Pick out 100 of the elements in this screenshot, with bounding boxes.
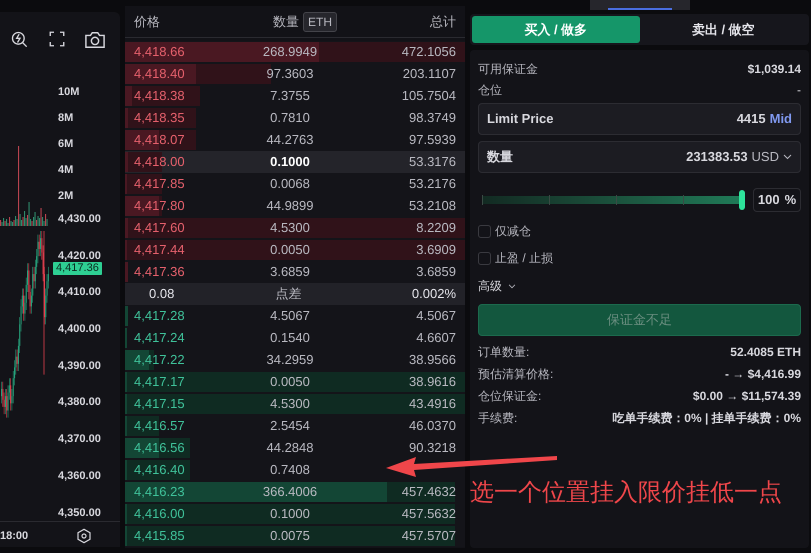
unit-dropdown[interactable]: USD [752, 147, 792, 167]
total-text: 53.2176 [408, 175, 456, 194]
checkbox-label: 止盈 / 止损 [495, 250, 554, 267]
amount-text: 44.2848 [266, 439, 314, 458]
price-text: 4,418.40 [134, 65, 186, 84]
field-label: 数量 [487, 148, 513, 166]
summary-label: 手续费: [478, 410, 518, 427]
price-text: 4,417.80 [134, 197, 186, 216]
price-text: 4,418.00 [134, 153, 186, 172]
unit-badge[interactable]: ETH [303, 12, 337, 32]
volume-axis-label: 2M [58, 189, 74, 204]
column-header: 价格 [134, 12, 161, 31]
field-value: - [797, 82, 801, 98]
amount-text: 0.7810 [269, 109, 311, 128]
amount-text: 0.1000 [269, 505, 311, 524]
limit-price-field[interactable]: Limit Price 4415 Mid [478, 103, 801, 135]
total-text: 38.9566 [408, 351, 456, 370]
amount-text: 268.9949 [262, 43, 318, 62]
summary-label: 预估清算价格: [478, 366, 554, 383]
side-tab[interactable]: 卖出 / 做空 [640, 16, 807, 43]
field-label: 可用保证金 [478, 60, 538, 78]
price-axis-label: 4,400.00 [58, 323, 101, 336]
summary-value: $0.00 → $11,574.39 [692, 388, 801, 405]
annotation-text: 选一个位置挂入限价挂低一点 [470, 478, 782, 508]
checkbox[interactable] [478, 252, 491, 264]
amount-text: 0.0050 [269, 241, 311, 260]
summary-label: 仓位保证金: [478, 388, 542, 405]
price-text: 4,416.56 [134, 439, 186, 458]
price-axis-label: 4,390.00 [58, 360, 101, 372]
price-axis-label: 4,430.00 [58, 213, 101, 225]
time-axis-label: 18:00 [0, 529, 28, 544]
side-tab[interactable]: 买入 / 做多 [472, 16, 640, 43]
last-price-tag: 4,417.36 [53, 262, 102, 275]
volume-axis-label: 6M [58, 137, 74, 152]
fullscreen-icon[interactable] [48, 30, 66, 48]
flash-search-icon[interactable] [10, 30, 30, 50]
spread-label: 点差 [274, 285, 302, 304]
chevron-icon [783, 154, 792, 160]
field-value: 231383.53 [686, 148, 748, 166]
price-axis-label: 4,420.00 [58, 250, 101, 262]
spread-value: 0.08 [149, 285, 176, 304]
total-text: 4.6607 [415, 329, 456, 348]
amount-text: 0.0050 [269, 373, 311, 392]
field-value: $1,039.14 [748, 60, 801, 78]
price-axis-label: 4,410.00 [58, 286, 101, 298]
field-label: Limit Price [487, 110, 554, 128]
price-axis-label: 4,380.00 [58, 396, 101, 408]
price-axis-label: 4,370.00 [58, 433, 101, 446]
price-text: 4,418.35 [134, 109, 186, 128]
amount-text: 0.1000 [269, 153, 311, 172]
amount-text: 44.9899 [266, 197, 314, 216]
amount-text: 3.6859 [269, 263, 311, 282]
volume-axis-label: 4M [58, 163, 74, 178]
field-value: 4415 [736, 110, 766, 128]
price-text: 4,415.85 [134, 527, 186, 546]
mid-link[interactable]: Mid [770, 109, 792, 129]
price-text: 4,418.07 [134, 131, 186, 150]
chevron-icon [508, 284, 516, 288]
total-text: 457.4632 [400, 483, 456, 502]
total-text: 53.2108 [408, 197, 456, 216]
camera-icon[interactable] [84, 30, 106, 50]
amount-text: 0.0075 [269, 527, 311, 546]
amount-text: 2.5454 [269, 417, 311, 436]
settings-icon[interactable] [76, 528, 92, 544]
total-text: 46.0370 [408, 417, 456, 436]
price-text: 4,417.17 [134, 373, 186, 392]
total-text: 3.6909 [415, 241, 456, 260]
quantity-field[interactable]: 数量 231383.53 USD [478, 141, 801, 173]
checkbox[interactable] [478, 224, 491, 238]
price-text: 4,416.40 [134, 461, 186, 480]
amount-text: 4.5067 [269, 307, 311, 326]
price-text: 4,417.44 [134, 241, 186, 260]
advanced-toggle[interactable]: 高级 [478, 277, 516, 295]
volume-axis-label: 8M [58, 111, 74, 126]
amount-text: 7.3755 [269, 87, 311, 106]
volume-axis-label: 10M [58, 85, 80, 100]
price-text: 4,417.60 [134, 219, 186, 238]
total-text: 105.7504 [400, 87, 456, 106]
price-axis-label: 4,350.00 [58, 506, 101, 518]
total-text: 38.9616 [408, 373, 456, 392]
price-axis-label: 4,360.00 [58, 470, 101, 482]
total-text: 3.6859 [415, 263, 456, 282]
total-text: 457.5707 [400, 527, 456, 546]
price-text: 4,417.22 [134, 351, 186, 370]
price-text: 4,416.57 [134, 417, 186, 436]
amount-text: 4.5300 [269, 395, 311, 414]
price-text: 4,417.15 [134, 395, 186, 414]
percent-field[interactable]: 100 % [753, 188, 801, 212]
price-text: 4,417.36 [134, 263, 186, 282]
summary-value: 吃单手续费：0% | 挂单手续费：0% [612, 410, 801, 427]
total-text: 43.4916 [408, 395, 456, 414]
slider-thumb[interactable] [739, 190, 745, 210]
total-text: 8.2209 [415, 219, 456, 238]
price-text: 4,418.66 [134, 43, 186, 62]
summary-label: 订单数量: [478, 344, 530, 361]
amount-text: 366.4006 [262, 483, 318, 502]
total-text: 203.1107 [402, 65, 456, 84]
price-text: 4,416.23 [134, 483, 186, 502]
summary-value: 52.4085 ETH [730, 344, 801, 361]
total-text: 472.1056 [400, 43, 456, 62]
